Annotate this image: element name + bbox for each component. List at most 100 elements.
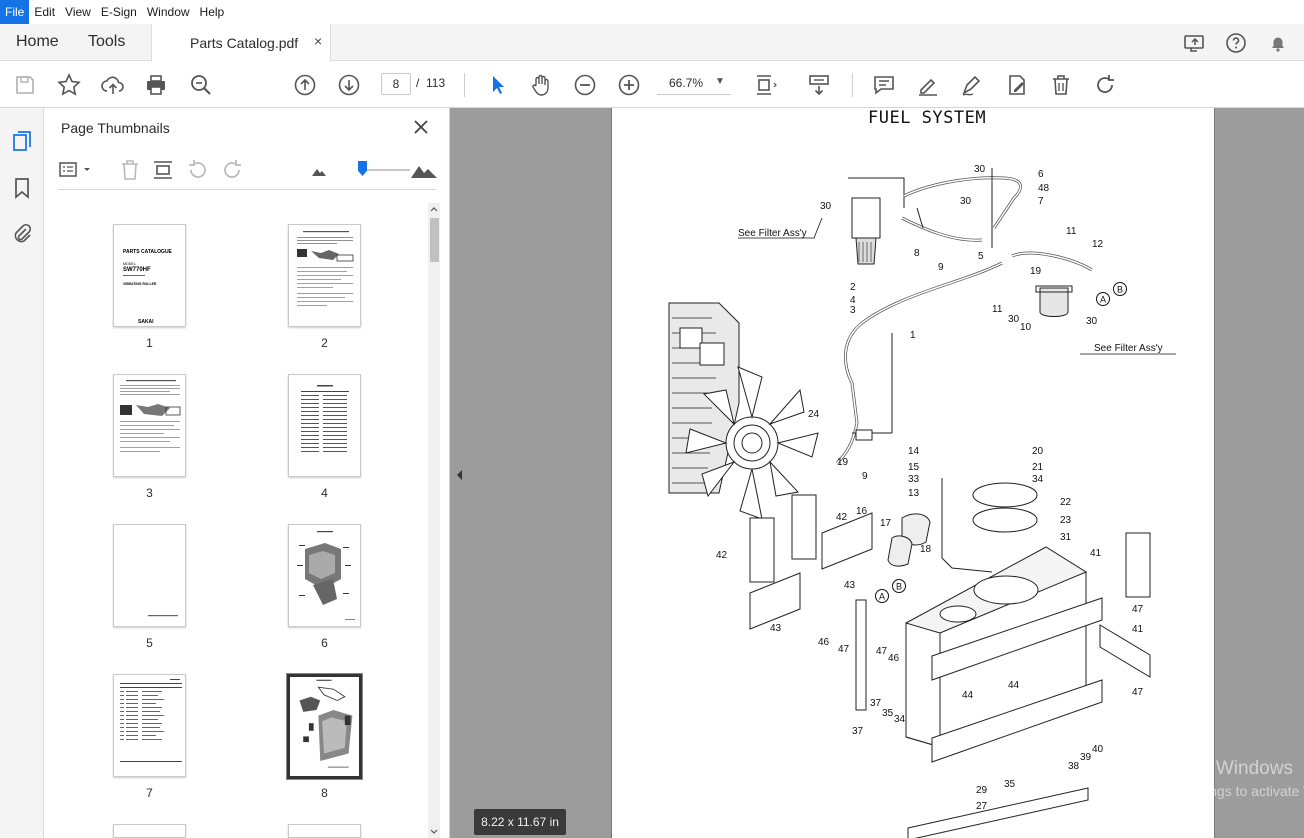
rotate-left-icon[interactable] (186, 158, 210, 182)
thumbnail-size-slider-handle[interactable] (358, 161, 367, 176)
scroll-mode-icon[interactable] (806, 72, 832, 98)
part-label: 47 (838, 644, 850, 655)
part-label: 23 (1060, 515, 1072, 526)
part-label: 34 (1032, 474, 1044, 485)
page-size-badge: 8.22 x 11.67 in (474, 809, 566, 835)
thumbnail-options-menu-icon[interactable] (58, 158, 90, 182)
notification-bell-icon[interactable] (1266, 31, 1290, 55)
attachments-paperclip-icon[interactable] (10, 222, 34, 246)
select-cursor-icon[interactable] (485, 72, 511, 98)
large-thumbnails-icon[interactable] (410, 158, 438, 182)
thumb1-model-name: SW770HF (123, 267, 151, 273)
collapse-panel-arrow-icon[interactable] (452, 460, 466, 490)
page-thumbnail-10[interactable] (288, 824, 361, 838)
save-icon[interactable] (12, 72, 38, 98)
bookmarks-icon[interactable] (10, 176, 34, 200)
delete-icon[interactable] (1048, 72, 1074, 98)
comment-icon[interactable] (871, 72, 897, 98)
part-label: 48 (1038, 183, 1050, 194)
page-separator: / (416, 76, 420, 90)
page-thumbnail-4[interactable] (288, 374, 361, 477)
menu-esign[interactable]: E-Sign (96, 0, 142, 24)
page-thumbnail-9[interactable] (113, 824, 186, 838)
page-thumbnails-icon[interactable] (10, 129, 34, 153)
page-thumbnails-panel: Page Thumbnails PARTS CATALOGUE MODEL SW… (44, 108, 450, 838)
delete-page-icon[interactable] (118, 158, 142, 182)
zoom-search-icon[interactable] (188, 72, 214, 98)
part-label: 43 (770, 623, 782, 634)
part-label: 14 (908, 446, 920, 457)
scrollbar-thumb[interactable] (430, 218, 439, 262)
thumb1-subtitle: VIBRATING ROLLER (123, 282, 157, 286)
page-thumbnail-2[interactable] (288, 224, 361, 327)
help-icon[interactable] (1224, 31, 1248, 55)
part-label: 38 (1068, 761, 1080, 772)
part-label: 44 (1008, 680, 1020, 691)
upload-cloud-icon[interactable] (100, 72, 126, 98)
part-label: 9 (938, 262, 944, 273)
zoom-out-icon[interactable] (572, 72, 598, 98)
page-thumbnail-1[interactable]: PARTS CATALOGUE MODEL SW770HF VIBRATING … (113, 224, 186, 327)
menu-edit[interactable]: Edit (29, 0, 60, 24)
part-label: 19 (837, 457, 849, 468)
panel-title: Page Thumbnails (61, 120, 170, 136)
tab-document[interactable]: Parts Catalog.pdf × (151, 24, 331, 61)
part-label: 19 (1030, 266, 1042, 277)
activation-watermark-subtitle: Go to Settings to activate Windows. (1143, 783, 1304, 799)
thumbnail-scrollbar[interactable] (428, 203, 440, 838)
part-label: 15 (908, 462, 920, 473)
part-label: 30 (1008, 314, 1020, 325)
tab-home[interactable]: Home (16, 33, 59, 51)
tab-tools[interactable]: Tools (88, 33, 125, 51)
zoom-level-select[interactable]: 66.7% ▼ (657, 73, 731, 95)
part-label: 34 (894, 714, 906, 725)
print-icon[interactable] (143, 72, 169, 98)
zoom-value: 66.7% (669, 76, 704, 90)
page-thumbnail-5[interactable] (113, 524, 186, 627)
page-number-input[interactable]: 8 (381, 73, 411, 95)
thumbnail-label: 6 (321, 636, 328, 650)
thumbnail-label: 3 (146, 486, 153, 500)
thumbnail-label: 5 (146, 636, 153, 650)
part-label: 43 (844, 580, 856, 591)
thumbnail-label: 8 (321, 786, 328, 800)
share-screen-icon[interactable] (1182, 31, 1206, 55)
draw-pen-icon[interactable] (959, 72, 985, 98)
chevron-down-icon: ▼ (715, 76, 725, 87)
tab-close-icon[interactable]: × (314, 33, 322, 49)
page-fit-icon[interactable] (752, 72, 778, 98)
menu-view[interactable]: View (60, 0, 96, 24)
bookmark-star-icon[interactable] (56, 72, 82, 98)
page-thumbnail-3[interactable] (113, 374, 186, 477)
rotate-right-icon[interactable] (220, 158, 244, 182)
insert-page-icon[interactable] (151, 158, 175, 182)
page-thumbnail-7[interactable] (113, 674, 186, 777)
small-thumbnails-icon[interactable] (308, 158, 332, 182)
menu-window[interactable]: Window (142, 0, 195, 24)
zoom-in-icon[interactable] (616, 72, 642, 98)
previous-page-icon[interactable] (292, 72, 318, 98)
main-toolbar: 8 / 113 66.7% ▼ (0, 61, 1304, 108)
part-label: 33 (908, 474, 920, 485)
part-label: 21 (1032, 462, 1044, 473)
part-label: 37 (852, 726, 864, 737)
pdf-page: FUEL SYSTEM See Filter Ass'y See Filter … (611, 108, 1215, 838)
rotate-icon[interactable] (1092, 72, 1118, 98)
part-label: 6 (1038, 169, 1044, 180)
thumb1-title: PARTS CATALOGUE (123, 249, 173, 255)
page-thumbnail-8[interactable] (287, 674, 362, 779)
menu-help[interactable]: Help (195, 0, 230, 24)
part-label: 17 (880, 518, 892, 529)
scroll-down-arrow-icon (430, 829, 438, 834)
next-page-icon[interactable] (336, 72, 362, 98)
menu-file[interactable]: File (0, 0, 30, 24)
page-thumbnail-6[interactable] (288, 524, 361, 627)
fill-sign-icon[interactable] (1004, 72, 1030, 98)
hand-tool-icon[interactable] (528, 72, 554, 98)
part-label: 30 (974, 164, 986, 175)
highlight-pen-icon[interactable] (915, 72, 941, 98)
part-label: 42 (836, 512, 848, 523)
close-icon[interactable] (410, 116, 432, 138)
part-label: 12 (1092, 239, 1104, 250)
page-total: 113 (426, 76, 446, 90)
